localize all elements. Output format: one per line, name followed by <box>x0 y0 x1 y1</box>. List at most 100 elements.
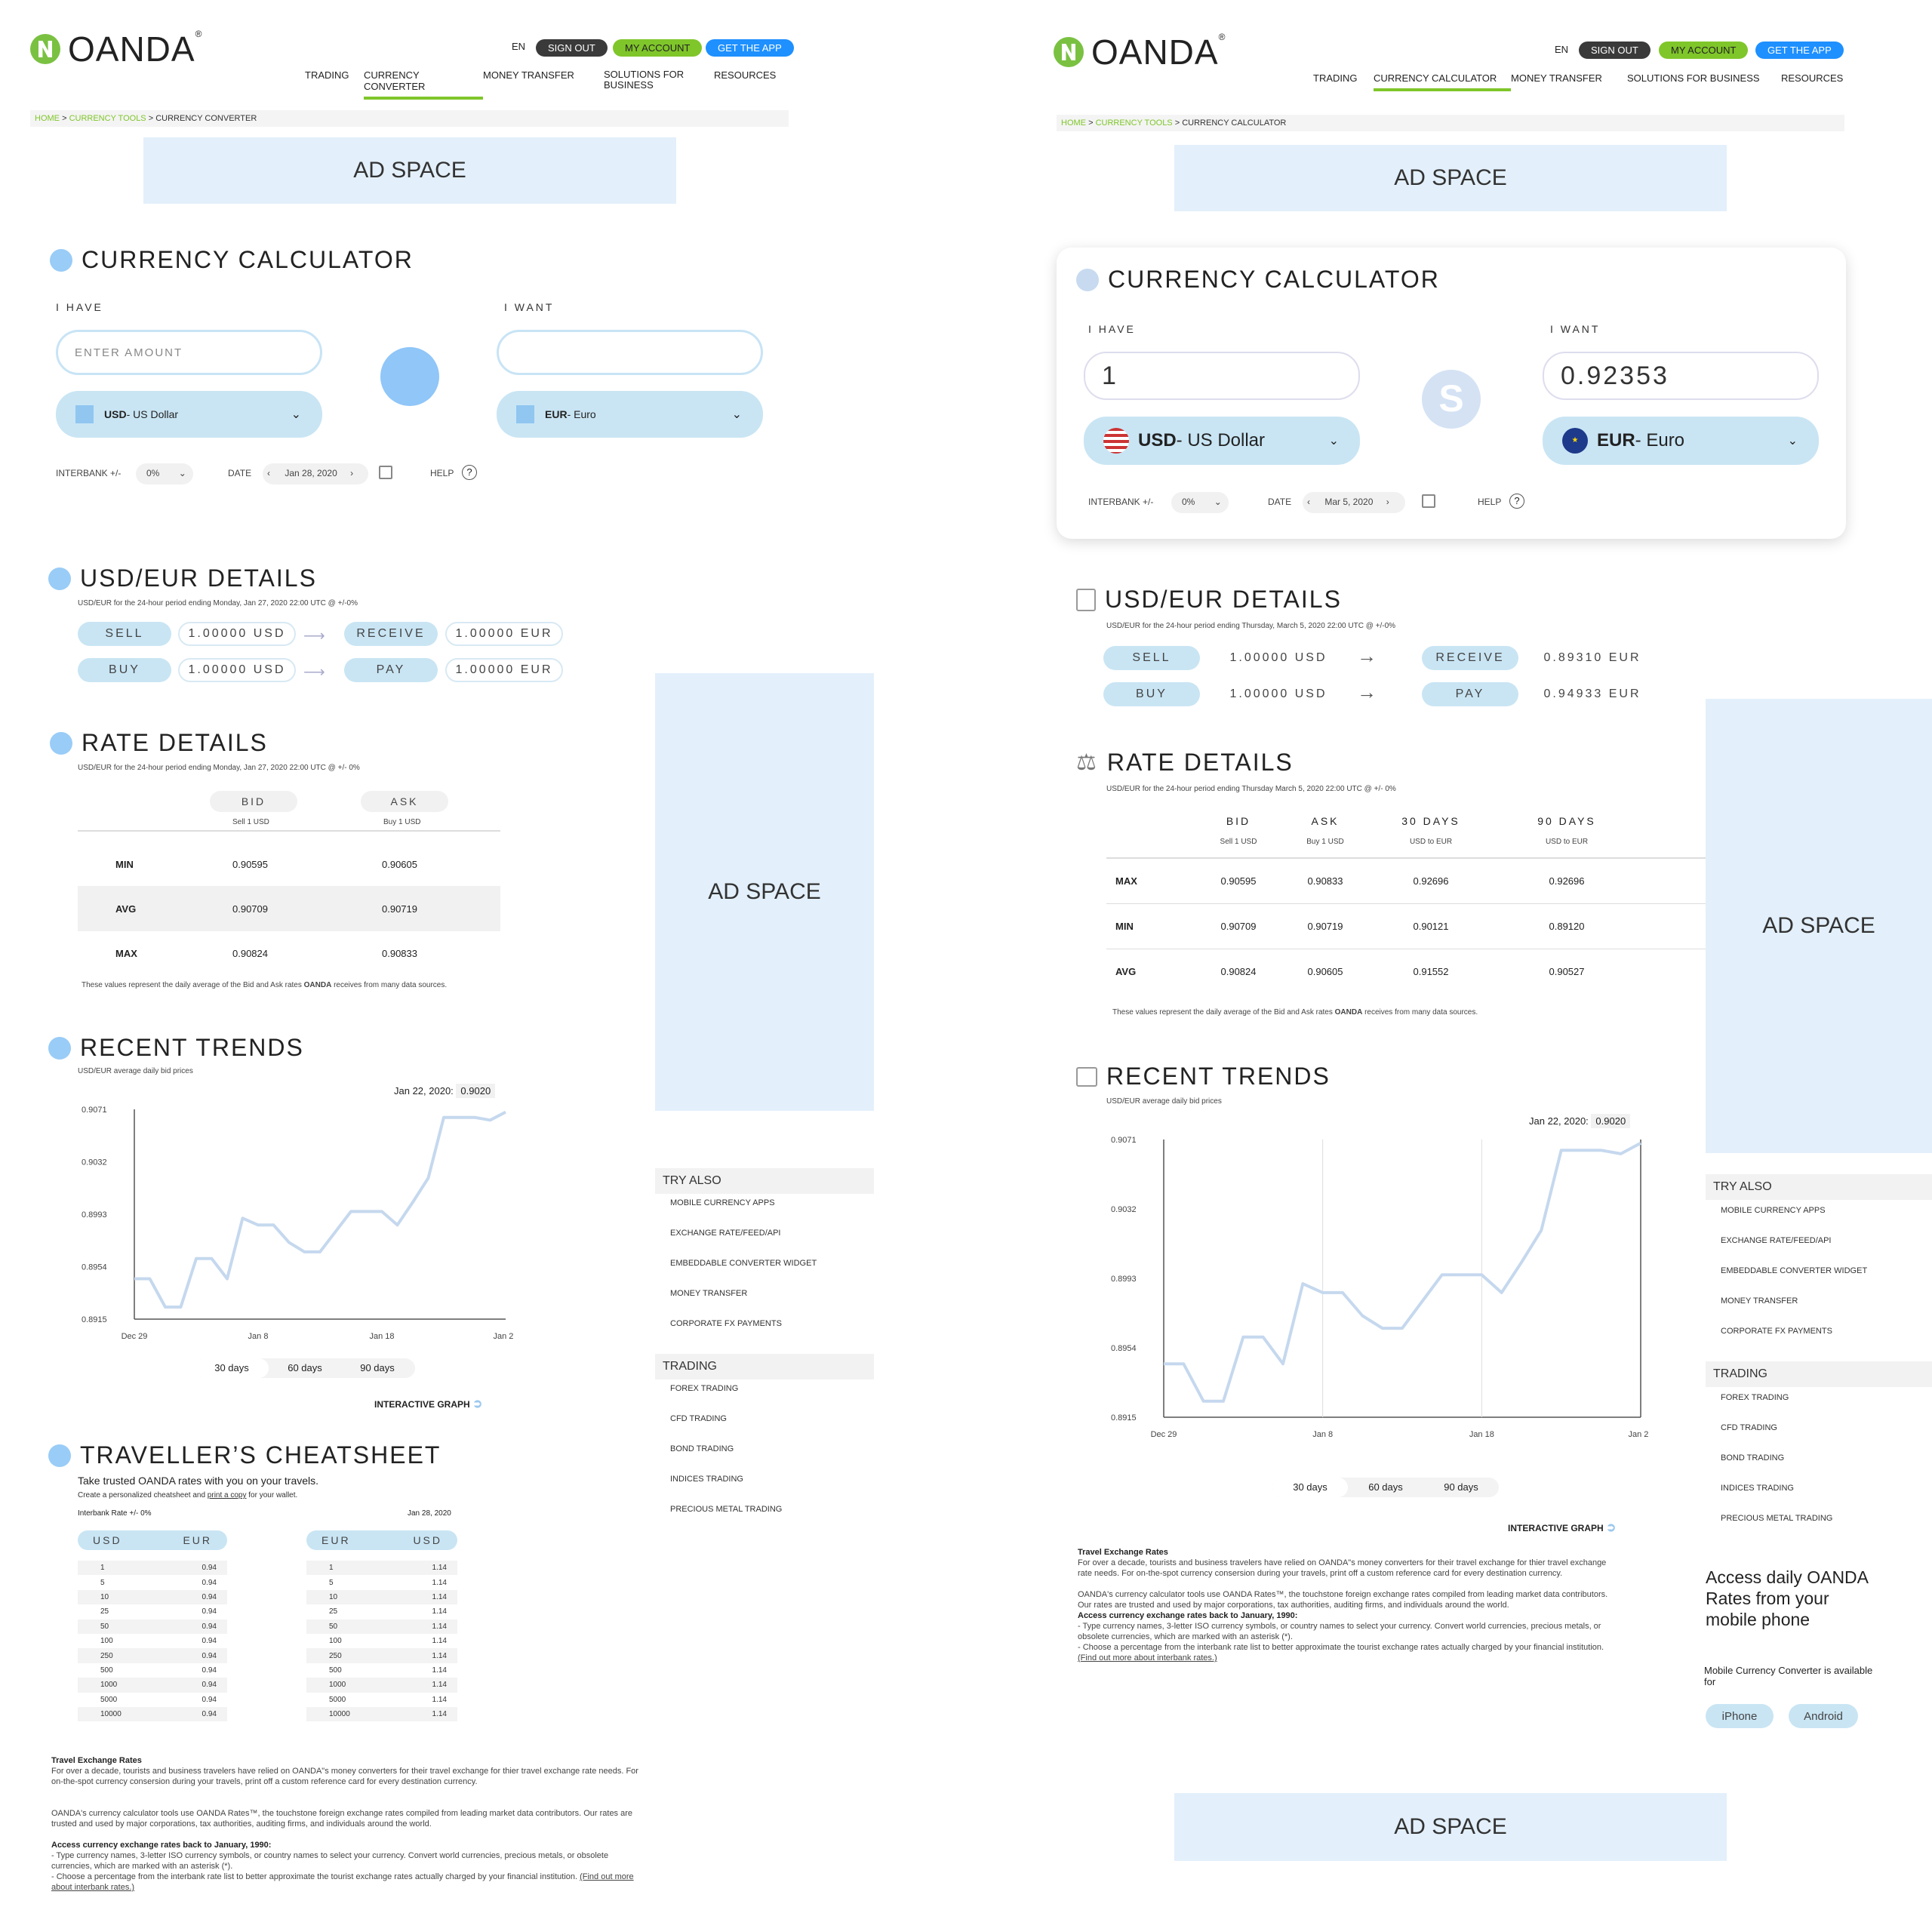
print-copy-link[interactable]: print a copy <box>208 1491 247 1499</box>
amount-input[interactable]: 1 <box>1084 352 1360 400</box>
prev-date-icon[interactable]: ‹ <box>1307 497 1310 507</box>
sidebar-link[interactable]: MOBILE CURRENCY APPS <box>1706 1206 1932 1236</box>
table-row: MIN 0.90709 0.90719 0.90121 0.89120 <box>1106 904 1718 949</box>
interbank-rates-link[interactable]: (Find out more about interbank rates.) <box>1078 1653 1217 1662</box>
amount-input[interactable]: ENTER AMOUNT <box>56 330 322 375</box>
currency-exchange-icon <box>1076 268 1099 291</box>
nav-trading[interactable]: TRADING <box>305 69 364 100</box>
sidebar-link[interactable]: BOND TRADING <box>655 1444 874 1475</box>
swap-currency-icon[interactable]: S <box>1422 370 1481 429</box>
next-date-icon[interactable]: › <box>1386 497 1389 507</box>
interbank-select[interactable]: 0% ⌄ <box>1171 492 1229 513</box>
cheatsheet-interbank: Interbank Rate +/- 0% <box>78 1509 152 1518</box>
sign-out-button[interactable]: SIGN OUT <box>536 39 608 57</box>
interbank-select[interactable]: 0% ⌄ <box>136 463 193 484</box>
y-tick-label: 0.9071 <box>1111 1136 1137 1145</box>
tab-60-days[interactable]: 60 days <box>1348 1478 1423 1497</box>
my-account-button[interactable]: MY ACCOUNT <box>613 39 703 57</box>
nav-money-transfer[interactable]: MONEY TRANSFER <box>483 69 604 100</box>
nav-trading[interactable]: TRADING <box>1313 72 1374 91</box>
receive-amount: 1.00000 EUR <box>445 622 563 646</box>
sidebar-link[interactable]: CFD TRADING <box>1706 1423 1932 1453</box>
breadcrumb-tools[interactable]: CURRENCY TOOLS <box>69 114 146 123</box>
language-selector[interactable]: EN <box>512 41 525 52</box>
language-selector[interactable]: EN <box>1555 44 1568 55</box>
breadcrumb-tools[interactable]: CURRENCY TOOLS <box>1096 118 1173 128</box>
breadcrumb-home[interactable]: HOME <box>35 114 60 123</box>
buy-label: BUY <box>78 658 171 682</box>
ad-space-bottom: AD SPACE <box>1174 1793 1727 1861</box>
sidebar-link[interactable]: MOBILE CURRENCY APPS <box>655 1198 874 1229</box>
tab-90-days[interactable]: 90 days <box>1423 1478 1499 1497</box>
help-label[interactable]: HELP <box>1478 497 1501 507</box>
prev-date-icon[interactable]: ‹ <box>267 468 270 478</box>
sidebar-link[interactable]: FOREX TRADING <box>655 1384 874 1414</box>
date-picker[interactable]: ‹ Mar 5, 2020 › <box>1303 492 1405 513</box>
sidebar-link[interactable]: INDICES TRADING <box>655 1475 874 1505</box>
y-tick-label: 0.9032 <box>82 1158 107 1167</box>
help-icon[interactable]: ? <box>1509 494 1524 509</box>
help-label[interactable]: HELP <box>430 468 454 478</box>
date-picker[interactable]: ‹ Jan 28, 2020 › <box>263 463 368 484</box>
swap-currency-icon[interactable] <box>380 347 439 406</box>
ad-space-side: AD SPACE <box>1706 699 1932 1153</box>
next-date-icon[interactable]: › <box>350 468 353 478</box>
sign-out-button[interactable]: SIGN OUT <box>1579 42 1651 59</box>
nav-resources[interactable]: RESOURCES <box>1781 72 1849 91</box>
pay-label: PAY <box>1422 682 1518 706</box>
tab-30-days[interactable]: 30 days <box>1272 1478 1348 1497</box>
ad-space-side: AD SPACE <box>655 673 874 1111</box>
sidebar-link[interactable]: EMBEDDABLE CONVERTER WIDGET <box>1706 1266 1932 1296</box>
sidebar-link[interactable]: CORPORATE FX PAYMENTS <box>1706 1327 1932 1357</box>
oanda-logo[interactable]: OANDA® <box>1054 32 1226 72</box>
calendar-icon[interactable] <box>379 466 392 479</box>
to-currency-select[interactable]: ★ EUR - Euro ⌄ <box>1543 417 1819 465</box>
to-currency-select[interactable]: EUR - Euro ⌄ <box>497 391 763 438</box>
sidebar-link[interactable]: PRECIOUS METAL TRADING <box>1706 1514 1932 1544</box>
nav-resources[interactable]: RESOURCES <box>714 69 782 100</box>
arrow-right-icon: ⟶ <box>303 628 325 644</box>
nav-solutions[interactable]: SOLUTIONS FOR BUSINESS <box>1627 72 1781 91</box>
nav-currency-converter[interactable]: CURRENCY CONVERTER <box>364 69 483 100</box>
get-app-button[interactable]: GET THE APP <box>706 39 794 57</box>
sell-amount: 1.00000 USD <box>178 622 296 646</box>
sidebar-link[interactable]: BOND TRADING <box>1706 1453 1932 1484</box>
my-account-button[interactable]: MY ACCOUNT <box>1659 42 1749 59</box>
sidebar-link[interactable]: EXCHANGE RATE/FEED/API <box>1706 1236 1932 1266</box>
get-app-button[interactable]: GET THE APP <box>1755 42 1844 59</box>
converted-amount[interactable]: 0.92353 <box>1543 352 1819 400</box>
sidebar-link[interactable]: FOREX TRADING <box>1706 1393 1932 1423</box>
y-tick-label: 0.8993 <box>1111 1275 1137 1284</box>
series-line <box>1164 1141 1641 1403</box>
calendar-icon[interactable] <box>1422 494 1435 508</box>
sell-amount: 1.00000 USD <box>1229 651 1327 664</box>
sidebar-link[interactable]: MONEY TRANSFER <box>1706 1296 1932 1327</box>
nav-currency-calculator[interactable]: CURRENCY CALCULATOR <box>1374 72 1511 91</box>
sidebar-link[interactable]: CORPORATE FX PAYMENTS <box>655 1319 874 1349</box>
sidebar-link[interactable]: PRECIOUS METAL TRADING <box>655 1505 874 1535</box>
table-row: 25 1.14 <box>306 1604 457 1619</box>
sidebar-link[interactable]: CFD TRADING <box>655 1414 874 1444</box>
android-button[interactable]: Android <box>1789 1704 1858 1728</box>
chart-hover-label: Jan 22, 2020: 0.9020 <box>394 1084 496 1098</box>
from-currency-select[interactable]: USD - US Dollar ⌄ <box>1084 417 1360 465</box>
sidebar-link[interactable]: EMBEDDABLE CONVERTER WIDGET <box>655 1259 874 1289</box>
interactive-graph-link[interactable]: INTERACTIVE GRAPH ➲ <box>1508 1520 1616 1535</box>
sidebar-link[interactable]: MONEY TRANSFER <box>655 1289 874 1319</box>
oanda-logo[interactable]: OANDA® <box>30 29 202 69</box>
nav-money-transfer[interactable]: MONEY TRANSFER <box>1511 72 1627 91</box>
iphone-button[interactable]: iPhone <box>1706 1704 1774 1728</box>
tab-30-days[interactable]: 30 days <box>195 1358 269 1378</box>
from-currency-select[interactable]: USD - US Dollar ⌄ <box>56 391 322 438</box>
breadcrumb-home[interactable]: HOME <box>1061 118 1086 128</box>
want-output[interactable] <box>497 330 763 375</box>
nav-solutions[interactable]: SOLUTIONS FOR BUSINESS <box>604 69 714 89</box>
tab-60-days[interactable]: 60 days <box>269 1358 341 1378</box>
sidebar-link[interactable]: EXCHANGE RATE/FEED/API <box>655 1229 874 1259</box>
trends-chart-right[interactable]: 0.9071 0.9032 0.8993 0.8954 0.8915 Dec 29 Jan … <box>1105 1132 1648 1449</box>
help-icon[interactable]: ? <box>462 465 477 480</box>
sidebar-link[interactable]: INDICES TRADING <box>1706 1484 1932 1514</box>
interactive-graph-link[interactable]: INTERACTIVE GRAPH ➲ <box>374 1396 482 1411</box>
trends-chart-left[interactable]: 0.9071 0.9032 0.8993 0.8954 0.8915 Dec 29 Jan … <box>75 1102 513 1351</box>
tab-90-days[interactable]: 90 days <box>341 1358 414 1378</box>
